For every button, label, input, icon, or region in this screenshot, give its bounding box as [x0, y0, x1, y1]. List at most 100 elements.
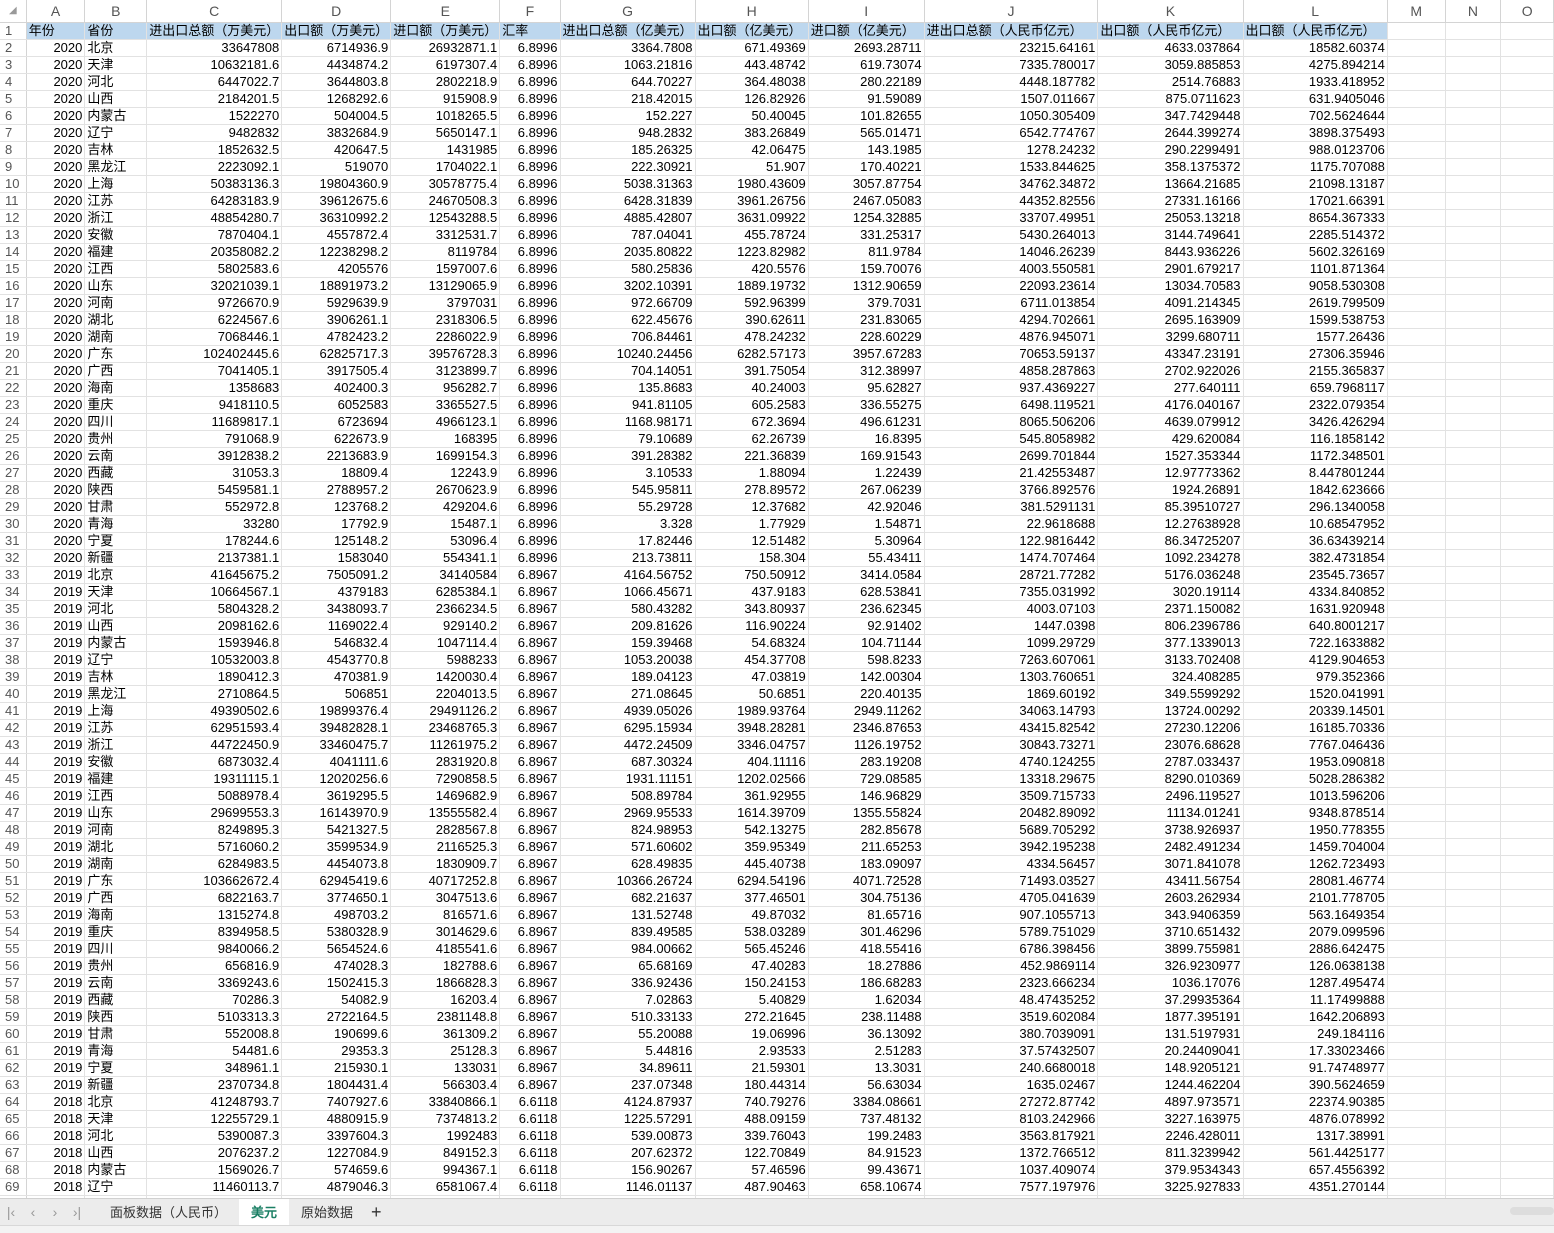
- cell[interactable]: 1175.707088: [1243, 158, 1388, 176]
- cell[interactable]: 44352.82556: [924, 192, 1099, 210]
- cell[interactable]: 84.91523: [808, 1144, 925, 1162]
- horizontal-scrollbar[interactable]: [1510, 1207, 1554, 1215]
- cell[interactable]: [1500, 821, 1554, 839]
- cell[interactable]: 2019: [26, 702, 86, 720]
- cell[interactable]: 7041405.1: [146, 362, 283, 380]
- cell[interactable]: 4879046.3: [281, 1178, 392, 1196]
- cell[interactable]: 山西: [84, 1144, 148, 1162]
- cell[interactable]: [1445, 515, 1502, 533]
- cell[interactable]: [1500, 124, 1554, 142]
- cell[interactable]: 33707.49951: [924, 209, 1099, 227]
- cell[interactable]: [1387, 515, 1446, 533]
- cell[interactable]: 25128.3: [390, 1042, 501, 1060]
- cell[interactable]: 437.9183: [695, 583, 809, 601]
- cell[interactable]: 2020: [26, 158, 86, 176]
- cell[interactable]: 1469682.9: [390, 787, 501, 805]
- cell[interactable]: 1099.29729: [924, 634, 1099, 652]
- cell[interactable]: 5038.31363: [560, 175, 696, 193]
- cell[interactable]: 101.82655: [808, 107, 925, 125]
- cell[interactable]: [1500, 600, 1554, 618]
- header-cell[interactable]: 进口额（万美元）: [390, 22, 501, 40]
- cell[interactable]: 659.7968117: [1243, 379, 1388, 397]
- cell[interactable]: 17792.9: [281, 515, 392, 533]
- cell[interactable]: 304.75136: [808, 889, 925, 907]
- cell[interactable]: 4939.05026: [560, 702, 696, 720]
- cell[interactable]: [1387, 39, 1446, 57]
- cell[interactable]: 6.8996: [499, 481, 561, 499]
- cell[interactable]: 4164.56752: [560, 566, 696, 584]
- cell[interactable]: 95.62827: [808, 379, 925, 397]
- last-sheet-icon[interactable]: ›|: [66, 1204, 88, 1220]
- cell[interactable]: 27272.87742: [924, 1093, 1099, 1111]
- cell[interactable]: 34063.14793: [924, 702, 1099, 720]
- cell[interactable]: 158.304: [695, 549, 809, 567]
- cell[interactable]: [1500, 753, 1554, 771]
- cell[interactable]: [1445, 736, 1502, 754]
- cell[interactable]: 6.8996: [499, 90, 561, 108]
- header-cell[interactable]: 出口额（人民币亿元）: [1243, 22, 1388, 40]
- cell[interactable]: 53096.4: [390, 532, 501, 550]
- cell[interactable]: 1.88094: [695, 464, 809, 482]
- cell[interactable]: 3.328: [560, 515, 696, 533]
- cell[interactable]: 382.4731854: [1243, 549, 1388, 567]
- cell[interactable]: 704.14051: [560, 362, 696, 380]
- cell[interactable]: 贵州: [84, 957, 148, 975]
- cell[interactable]: 2020: [26, 413, 86, 431]
- cell[interactable]: 6.8996: [499, 192, 561, 210]
- cell[interactable]: [1387, 940, 1446, 958]
- cell[interactable]: 62.26739: [695, 430, 809, 448]
- cell[interactable]: [1500, 634, 1554, 652]
- cell[interactable]: [1387, 668, 1446, 686]
- row-number[interactable]: 51: [0, 872, 27, 890]
- cell[interactable]: 6.8967: [499, 804, 561, 822]
- cell[interactable]: 6.8996: [499, 328, 561, 346]
- cell[interactable]: 2137381.1: [146, 549, 283, 567]
- cell[interactable]: 辽宁: [84, 124, 148, 142]
- cell[interactable]: 1804431.4: [281, 1076, 392, 1094]
- cell[interactable]: 2020: [26, 447, 86, 465]
- cell[interactable]: 6.6118: [499, 1161, 561, 1179]
- cell[interactable]: [1387, 974, 1446, 992]
- cell[interactable]: [1387, 566, 1446, 584]
- cell[interactable]: [1387, 770, 1446, 788]
- cell[interactable]: 福建: [84, 770, 148, 788]
- cell[interactable]: 1599.538753: [1243, 311, 1388, 329]
- cell[interactable]: 6.8996: [499, 396, 561, 414]
- cell[interactable]: 6284983.5: [146, 855, 283, 873]
- cell[interactable]: 湖南: [84, 855, 148, 873]
- row-number[interactable]: 4: [0, 73, 27, 91]
- row-number[interactable]: 26: [0, 447, 27, 465]
- cell[interactable]: [1500, 1076, 1554, 1094]
- cell[interactable]: [1500, 328, 1554, 346]
- cell[interactable]: 2018: [26, 1144, 86, 1162]
- cell[interactable]: 429.620084: [1097, 430, 1244, 448]
- cell[interactable]: 565.01471: [808, 124, 925, 142]
- cell[interactable]: 443.48742: [695, 56, 809, 74]
- cell[interactable]: 广西: [84, 889, 148, 907]
- cell[interactable]: 6.8996: [499, 56, 561, 74]
- cell[interactable]: 2901.679217: [1097, 260, 1244, 278]
- cell[interactable]: 13664.21685: [1097, 175, 1244, 193]
- cell[interactable]: [1445, 1161, 1502, 1179]
- cell[interactable]: 6.8967: [499, 753, 561, 771]
- cell[interactable]: 994367.1: [390, 1161, 501, 1179]
- cell[interactable]: 9726670.9: [146, 294, 283, 312]
- cell[interactable]: 42.92046: [808, 498, 925, 516]
- cell[interactable]: [1500, 192, 1554, 210]
- cell[interactable]: 3797031: [390, 294, 501, 312]
- cell[interactable]: [1387, 396, 1446, 414]
- column-header[interactable]: L: [1243, 0, 1388, 23]
- cell[interactable]: 4124.87937: [560, 1093, 696, 1111]
- cell[interactable]: 西藏: [84, 991, 148, 1009]
- cell[interactable]: 6.8996: [499, 311, 561, 329]
- cell[interactable]: 1950.778355: [1243, 821, 1388, 839]
- cell[interactable]: 8065.506206: [924, 413, 1099, 431]
- cell[interactable]: 13318.29675: [924, 770, 1099, 788]
- cell[interactable]: 2020: [26, 192, 86, 210]
- cell[interactable]: 6428.31839: [560, 192, 696, 210]
- cell[interactable]: 4897.973571: [1097, 1093, 1244, 1111]
- cell[interactable]: 内蒙古: [84, 634, 148, 652]
- cell[interactable]: 2018: [26, 1178, 86, 1196]
- cell[interactable]: 41248793.7: [146, 1093, 283, 1111]
- cell[interactable]: 574659.6: [281, 1161, 392, 1179]
